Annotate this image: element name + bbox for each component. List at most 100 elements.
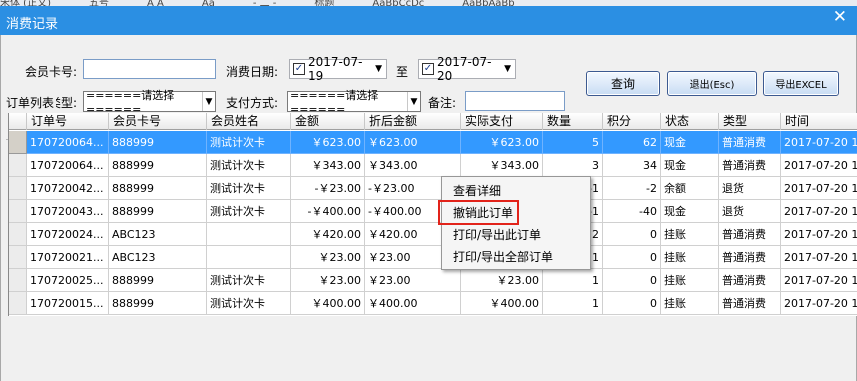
table-cell: ￥23.00 <box>461 269 543 292</box>
column-header[interactable]: 会员卡号 <box>109 113 207 130</box>
chevron-down-icon[interactable]: ▼ <box>406 92 420 111</box>
query-button[interactable]: 查询 <box>586 71 660 96</box>
date-to-checkbox[interactable]: ✓ <box>422 63 434 75</box>
table-cell: ￥23.00 <box>291 246 365 269</box>
window-title: 消费记录 <box>6 17 59 32</box>
table-cell: 170720064... <box>27 131 109 154</box>
column-header[interactable]: 类型 <box>719 113 781 130</box>
column-header[interactable]: 状态 <box>661 113 719 130</box>
date-from-checkbox[interactable]: ✓ <box>293 63 305 75</box>
print-export-order-menu-item[interactable]: 打印/导出此订单 <box>442 224 590 246</box>
table-cell: 测试计次卡 <box>207 200 291 223</box>
payment-method-value: ======请选择====== <box>290 89 379 116</box>
window-titlebar: 消费记录 ✕ <box>0 6 857 35</box>
table-cell: 0 <box>603 269 661 292</box>
table-cell: -2 <box>603 177 661 200</box>
table-cell: ￥23.00 <box>291 269 365 292</box>
column-header[interactable]: 实际支付 <box>461 113 543 130</box>
chevron-down-icon[interactable]: ▼ <box>201 92 215 111</box>
table-cell: ￥343.00 <box>365 154 461 177</box>
table-row[interactable]: 170720025... 888999 测试计次卡 ￥23.00 ￥23.00 ￥23.0… <box>9 269 857 292</box>
table-cell: 普通消费 <box>719 246 781 269</box>
row-selector[interactable] <box>9 131 27 154</box>
highlight-box <box>438 200 519 225</box>
table-cell: 1 <box>543 292 603 315</box>
table-cell: 现金 <box>661 131 719 154</box>
table-cell: 3 <box>543 154 603 177</box>
table-row[interactable]: 170720043... 888999 测试计次卡 -￥400.00 -￥400.00-… <box>9 200 857 223</box>
exit-button[interactable]: 退出(Esc) <box>667 71 757 96</box>
payment-method-label: 支付方式: <box>226 96 279 110</box>
payment-method-select[interactable]: ======请选择====== ▼ <box>287 89 421 116</box>
column-header[interactable]: 数量 <box>543 113 603 130</box>
table-cell: ￥23.00 <box>365 269 461 292</box>
table-cell: 0 <box>603 246 661 269</box>
row-selector[interactable] <box>9 223 27 246</box>
table-cell: 888999 <box>109 131 207 154</box>
table-cell: 2017-07-20 1 <box>781 200 857 223</box>
table-cell: ￥400.00 <box>291 292 365 315</box>
table-cell: ￥343.00 <box>291 154 365 177</box>
card-number-input[interactable] <box>83 59 216 79</box>
column-header[interactable]: 订单号 <box>27 113 109 130</box>
table-cell: 挂账 <box>661 223 719 246</box>
table-cell: ABC123 <box>109 223 207 246</box>
row-selector[interactable] <box>9 269 27 292</box>
table-cell: 5 <box>543 131 603 154</box>
table-row[interactable]: 170720064... 888999 测试计次卡 ￥343.00 ￥343.00 ￥34… <box>9 154 857 177</box>
column-header[interactable]: 金额 <box>291 113 365 130</box>
table-row[interactable]: 170720021...ABC123￥23.00￥23.00￥23.0010挂账… <box>9 246 857 269</box>
table-cell <box>207 223 291 246</box>
row-selector[interactable] <box>9 154 27 177</box>
card-number-label: 会员卡号: <box>25 65 78 79</box>
chevron-down-icon[interactable]: ▼ <box>504 64 511 74</box>
row-selector[interactable] <box>9 177 27 200</box>
date-from-picker[interactable]: ✓ 2017-07-19 ▼ <box>289 55 387 83</box>
view-detail-menu-item[interactable]: 查看详细 <box>442 180 590 202</box>
order-list-title: 订单列表 <box>4 94 57 111</box>
table-cell: 170720064... <box>27 154 109 177</box>
table-cell: 888999 <box>109 292 207 315</box>
chevron-down-icon[interactable]: ▼ <box>375 64 382 74</box>
table-cell: -￥23.00 <box>291 177 365 200</box>
table-cell: ￥400.00 <box>365 292 461 315</box>
table-row[interactable]: 170720015... 888999 测试计次卡 ￥400.00 ￥400.00 ￥40… <box>9 292 857 315</box>
table-cell: ABC123 <box>109 246 207 269</box>
print-export-all-menu-item[interactable]: 打印/导出全部订单 <box>442 246 590 268</box>
table-cell: 测试计次卡 <box>207 177 291 200</box>
column-header[interactable]: 折后金额 <box>365 113 461 130</box>
order-table[interactable]: 订单号 会员卡号 会员姓名 金额 折后金额 实际支付 数量 积分 状态 类型 时间 17072006… <box>8 113 857 316</box>
date-to-picker[interactable]: ✓ 2017-07-20 ▼ <box>418 55 516 83</box>
table-cell: 现金 <box>661 200 719 223</box>
table-cell: 2017-07-20 1 <box>781 246 857 269</box>
date-to-value: 2017-07-20 <box>437 55 492 83</box>
export-excel-button[interactable]: 导出EXCEL <box>763 71 839 96</box>
table-cell: 888999 <box>109 154 207 177</box>
consume-type-select[interactable]: ======请选择====== ▼ <box>83 89 216 116</box>
table-cell: 170720024... <box>27 223 109 246</box>
row-selector[interactable] <box>9 200 27 223</box>
table-row[interactable]: 170720064... 888999 测试计次卡 ￥623.00 ￥623.00 ￥62… <box>9 131 857 154</box>
table-cell: 普通消费 <box>719 154 781 177</box>
close-icon[interactable]: ✕ <box>833 7 847 27</box>
table-cell: ￥420.00 <box>291 223 365 246</box>
table-cell: ￥623.00 <box>461 131 543 154</box>
table-cell: 普通消费 <box>719 269 781 292</box>
table-row[interactable]: 170720024...ABC123￥420.00￥420.00￥420.002… <box>9 223 857 246</box>
table-cell: 2017-07-20 1 <box>781 154 857 177</box>
table-cell: 挂账 <box>661 269 719 292</box>
table-cell: 挂账 <box>661 292 719 315</box>
table-cell: 普通消费 <box>719 223 781 246</box>
column-header[interactable]: 积分 <box>603 113 661 130</box>
column-header[interactable]: 会员姓名 <box>207 113 291 130</box>
note-input[interactable] <box>465 91 565 111</box>
table-cell: 888999 <box>109 269 207 292</box>
column-header[interactable]: 时间 <box>781 113 857 130</box>
table-cell: ￥343.00 <box>461 154 543 177</box>
table-cell: ￥623.00 <box>291 131 365 154</box>
table-cell: 2017-07-20 1 <box>781 223 857 246</box>
row-selector[interactable] <box>9 292 27 315</box>
table-row[interactable]: 170720042...888999测试计次卡-￥23.00-￥23.00-￥2… <box>9 177 857 200</box>
row-selector[interactable] <box>9 246 27 269</box>
consume-type-value: ======请选择====== <box>86 89 175 116</box>
